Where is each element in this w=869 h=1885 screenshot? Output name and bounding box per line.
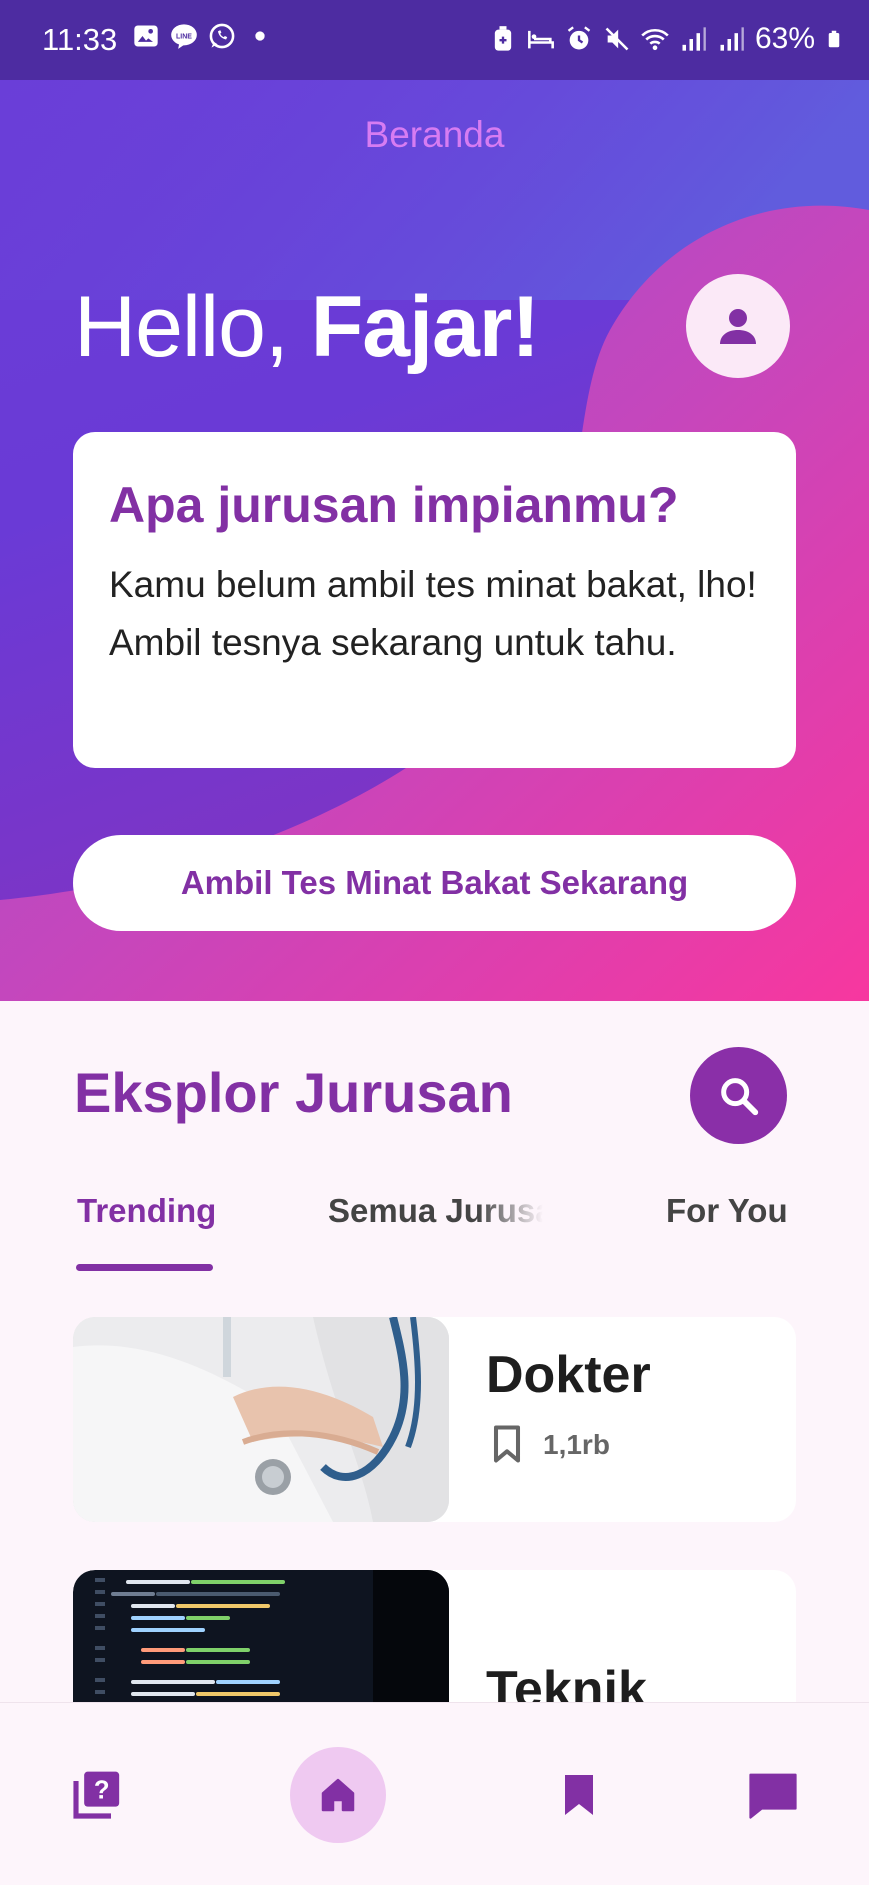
explore-section-title: Eksplor Jurusan (74, 1061, 513, 1124)
svg-text:?: ? (94, 1777, 110, 1805)
signal-icon (682, 27, 706, 51)
line-icon: LINE (171, 24, 197, 49)
home-icon (321, 1778, 355, 1812)
chat-icon (749, 1773, 797, 1819)
bookmark-icon (565, 1775, 593, 1815)
sleep-icon (528, 30, 554, 49)
explore-tabs: Trending Semua Jurusan For You (0, 1180, 869, 1271)
search-icon (720, 1077, 758, 1115)
bookmark-count: 1,1rb (543, 1429, 610, 1460)
take-test-button[interactable]: Ambil Tes Minat Bakat Sekarang (73, 835, 796, 931)
quiz-icon: ? (73, 1771, 120, 1819)
bookmark-outline-icon[interactable] (795, 1598, 796, 1648)
nav-bookmark[interactable] (531, 1747, 627, 1843)
svg-text:LINE: LINE (176, 33, 192, 40)
bookmark-outline-icon[interactable] (485, 1419, 529, 1469)
gallery-icon (134, 25, 158, 47)
nav-home[interactable] (290, 1747, 386, 1843)
tab-active-indicator (76, 1264, 213, 1271)
greeting-text: Hello, Fajar! (74, 278, 540, 377)
tab-semua-jurusan[interactable]: Semua Jurusan (328, 1192, 543, 1230)
bottom-navigation: ? (0, 1702, 869, 1885)
promo-card-title: Apa jurusan impianmu? (109, 477, 679, 533)
promo-card-body: Kamu belum ambil tes minat bakat, lho! A… (109, 564, 757, 663)
list-item-dokter[interactable]: Dokter 1,1rb (73, 1317, 796, 1522)
person-icon (720, 309, 756, 344)
dokter-image (73, 1317, 449, 1522)
battery-saver-icon (494, 26, 512, 51)
status-time: 11:33 (42, 22, 118, 57)
promo-card: Apa jurusan impianmu? Kamu belum ambil t… (73, 432, 796, 768)
nav-quiz[interactable]: ? (49, 1747, 145, 1843)
whatsapp-icon (209, 23, 235, 49)
greeting-prefix: Hello, (74, 279, 311, 375)
system-status-icons: 63% (489, 22, 843, 56)
page-title: Beranda (364, 114, 505, 155)
notification-icons: LINE (132, 22, 274, 50)
search-button[interactable] (690, 1047, 787, 1144)
battery-icon (828, 30, 840, 48)
tab-for-you[interactable]: For You (666, 1192, 788, 1230)
status-bar: 11:33 LINE 63% (0, 0, 869, 80)
dot-icon (255, 31, 265, 41)
tab-trending[interactable]: Trending (77, 1192, 216, 1230)
wifi-icon (641, 28, 669, 51)
mute-icon (605, 27, 629, 51)
battery-percent: 63% (754, 22, 815, 55)
user-name: Fajar! (310, 279, 540, 375)
alarm-icon (567, 26, 591, 50)
nav-chat[interactable] (725, 1747, 821, 1843)
item-title: Dokter (486, 1346, 651, 1404)
signal-icon (720, 27, 744, 51)
profile-avatar-button[interactable] (686, 274, 790, 378)
